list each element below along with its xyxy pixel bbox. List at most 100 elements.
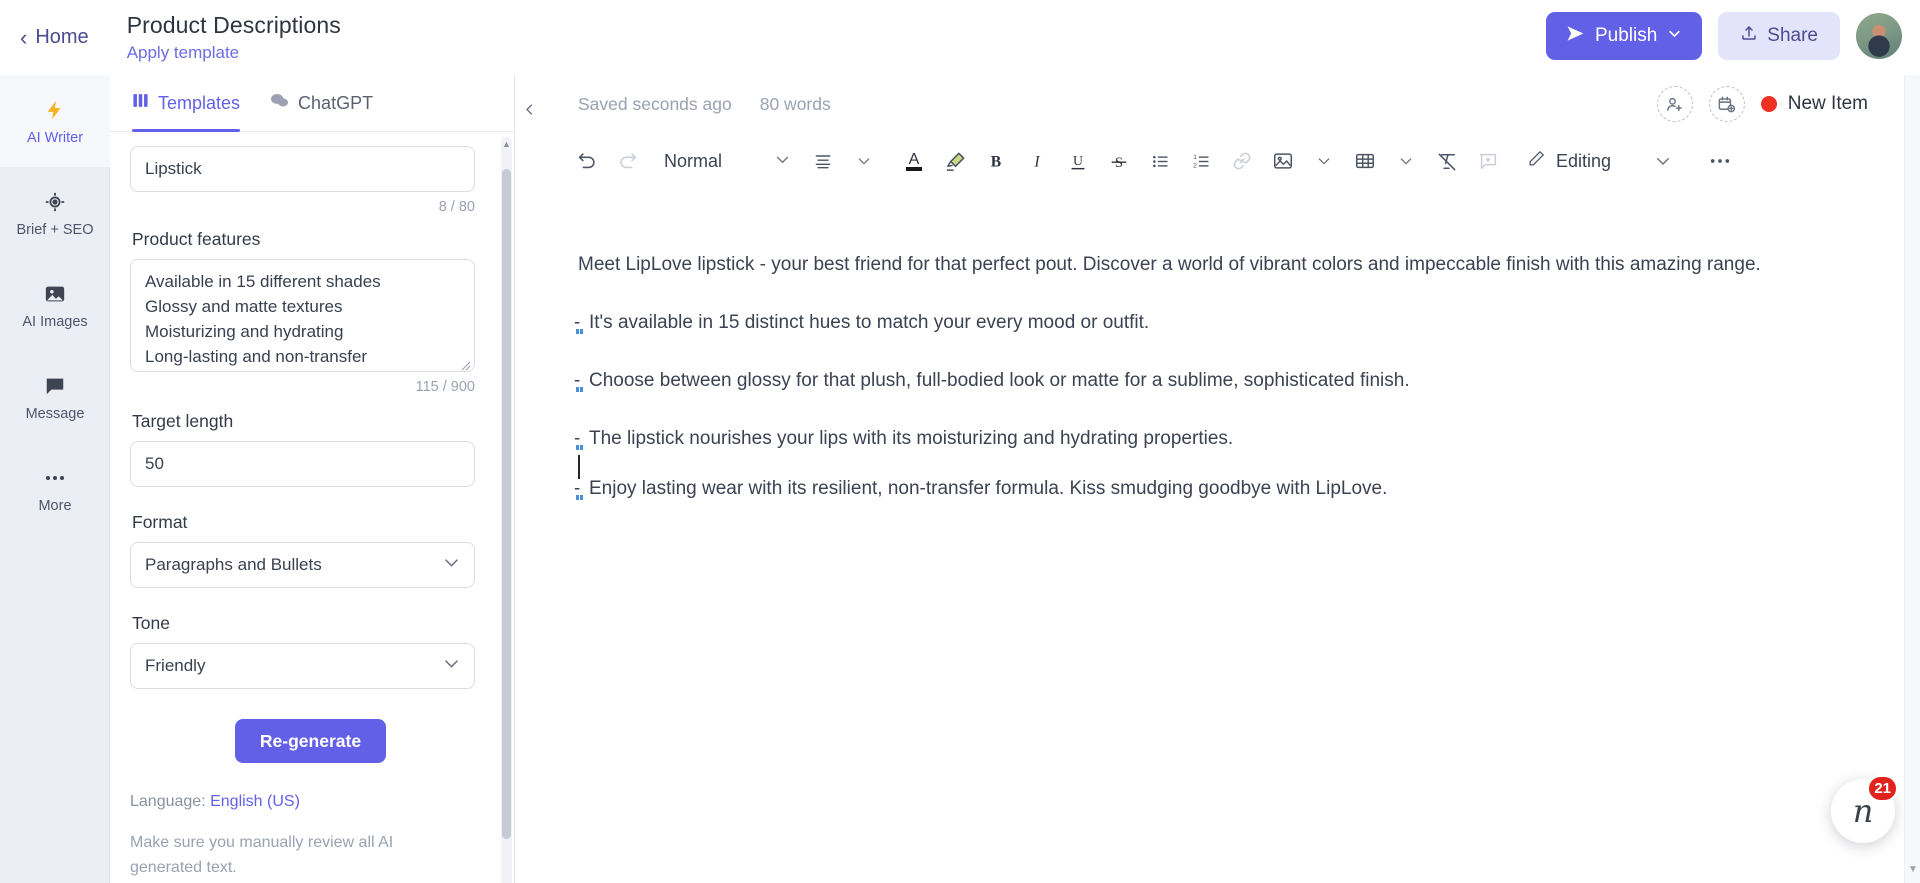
document-bullet[interactable]: - Choose between glossy for that plush, … [578,367,1828,395]
publish-button[interactable]: Publish [1546,12,1702,60]
chevron-down-icon [1667,25,1682,47]
back-to-home-button[interactable]: ‹ Home [20,26,89,49]
format-value: Paragraphs and Bullets [145,555,322,575]
numbered-list-icon[interactable]: 12 [1182,142,1220,180]
back-to-home-label: Home [35,26,88,49]
chat-bubble-icon [43,373,67,399]
app-header: ‹ Home Product Descriptions Apply templa… [0,0,1920,75]
panel-scrollbar-thumb[interactable] [502,169,511,839]
page-title: Product Descriptions [127,12,341,39]
language-prefix: Language: [130,793,206,810]
upload-icon [1740,24,1758,48]
highlighter-icon[interactable] [936,142,974,180]
bold-icon[interactable]: B [977,142,1015,180]
toolbar-overflow-icon[interactable] [1701,142,1739,180]
document-body[interactable]: Meet LipLove lipstick - your best friend… [516,189,1920,503]
feature-line: Glossy and matte textures [145,294,460,319]
grid-icon [132,92,149,114]
align-chevron-down-icon[interactable] [845,142,883,180]
template-panel: Templates ChatGPT Lipstick 8 / 80 Produc… [110,75,515,883]
ellipsis-icon [43,465,67,491]
underline-icon[interactable]: U [1059,142,1097,180]
bullet-marker-icon [576,387,583,392]
text-color-icon[interactable]: A [895,142,933,180]
chevron-left-icon: ‹ [20,27,27,49]
document-bullet[interactable]: - It's available in 15 distinct hues to … [578,309,1828,337]
italic-icon[interactable]: I [1018,142,1056,180]
target-length-input[interactable]: 50 [130,441,475,487]
link-icon[interactable] [1223,142,1261,180]
editing-mode-chevron-down-icon[interactable] [1644,142,1682,180]
ai-disclaimer: Make sure you manually review all AI gen… [130,830,420,880]
rail-label-ai-writer: AI Writer [27,130,83,146]
scroll-up-arrow-icon[interactable]: ▲ [501,137,512,151]
collapse-panel-button[interactable] [516,96,542,122]
document-paragraph-intro[interactable]: Meet LipLove lipstick - your best friend… [578,251,1828,279]
svg-text:I: I [1033,154,1040,171]
add-event-icon[interactable] [1709,86,1745,122]
resize-handle-icon[interactable] [460,358,471,369]
image-icon[interactable] [1264,142,1302,180]
status-badge[interactable]: New Item [1761,93,1868,115]
panel-form: Lipstick 8 / 80 Product features Availab… [110,132,515,883]
document-bullet[interactable]: - Enjoy lasting wear with its resilient,… [578,475,1828,503]
chevron-down-icon [442,654,461,678]
product-features-counter: 115 / 900 [130,379,475,395]
regenerate-button[interactable]: Re-generate [235,719,386,763]
add-comment-icon[interactable] [1469,142,1507,180]
align-icon[interactable] [804,142,842,180]
tab-chatgpt[interactable]: ChatGPT [270,75,373,132]
avatar[interactable] [1856,13,1902,59]
svg-text:A: A [909,151,920,168]
product-features-textarea[interactable]: Available in 15 different shades Glossy … [130,259,475,372]
rail-label-message: Message [26,406,85,422]
rail-item-ai-images[interactable]: AI Images [0,259,110,351]
svg-text:B: B [991,154,1001,171]
editor-status-bar: Saved seconds ago 80 words New Item [516,75,1920,133]
clear-format-icon[interactable] [1428,142,1466,180]
help-widget-button[interactable]: n 21 [1831,779,1895,843]
rail-item-more[interactable]: More [0,443,110,535]
tab-templates[interactable]: Templates [132,75,240,132]
editing-mode-button[interactable]: Editing [1519,142,1619,180]
share-button[interactable]: Share [1718,12,1840,60]
scroll-down-arrow-icon[interactable]: ▼ [1905,864,1920,875]
tab-templates-label: Templates [158,93,240,114]
bullet-marker-icon [576,495,583,500]
chevron-down-icon [442,553,461,577]
format-select[interactable]: Paragraphs and Bullets [130,542,475,588]
language-link[interactable]: English (US) [210,793,300,810]
image-chevron-down-icon[interactable] [1305,142,1343,180]
chat-bubbles-icon [270,92,289,114]
paragraph-style-select[interactable]: Normal [650,142,801,180]
language-line: Language: English (US) [130,793,491,811]
product-name-input[interactable]: Lipstick [130,146,475,192]
table-icon[interactable] [1346,142,1384,180]
editing-mode-label: Editing [1556,151,1611,172]
add-person-icon[interactable] [1657,86,1693,122]
rail-label-more: More [38,498,71,514]
feature-line: Long-lasting and non-transfer [145,344,460,369]
rail-item-ai-writer[interactable]: AI Writer [0,75,110,167]
apply-template-link[interactable]: Apply template [127,43,341,63]
table-chevron-down-icon[interactable] [1387,142,1425,180]
page-scrollbar[interactable]: ▼ [1904,75,1920,883]
redo-icon[interactable] [609,142,647,180]
tab-chatgpt-label: ChatGPT [298,93,373,114]
word-count: 80 words [760,94,831,115]
target-length-label: Target length [132,411,491,432]
rail-item-brief-seo[interactable]: Brief + SEO [0,167,110,259]
bullet-list-icon[interactable] [1141,142,1179,180]
panel-scrollbar[interactable]: ▲ ▼ [501,137,512,883]
chevron-down-icon [774,151,791,171]
document-bullet[interactable]: - The lipstick nourishes your lips with … [578,425,1828,453]
strikethrough-icon[interactable]: S [1100,142,1138,180]
send-icon [1566,24,1585,49]
tone-label: Tone [132,613,491,634]
format-label: Format [132,512,491,533]
editor-status-actions: New Item [1657,86,1868,122]
tone-select[interactable]: Friendly [130,643,475,689]
rail-item-message[interactable]: Message [0,351,110,443]
editor-toolbar: Normal A B I [516,133,1920,189]
undo-icon[interactable] [568,142,606,180]
